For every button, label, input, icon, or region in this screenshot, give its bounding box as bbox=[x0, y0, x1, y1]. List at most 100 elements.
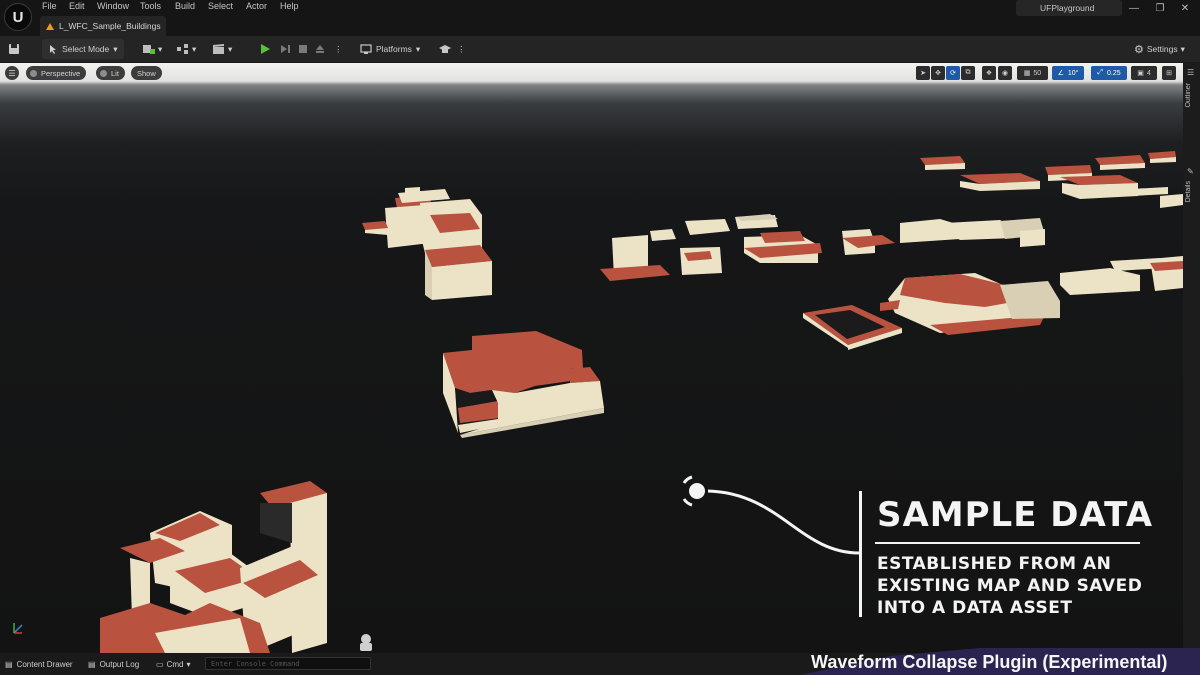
minimize-icon[interactable]: — bbox=[1124, 3, 1144, 14]
pencil-icon[interactable]: ✎ bbox=[1187, 167, 1194, 176]
building-center bbox=[443, 331, 604, 438]
level-tab-label: L_WFC_Sample_Buildings bbox=[59, 21, 161, 31]
overlay-divider bbox=[875, 542, 1140, 544]
maximize-icon[interactable]: ❐ bbox=[1150, 3, 1170, 14]
project-name: UFPlayground bbox=[1016, 0, 1122, 16]
menu-select[interactable]: Select bbox=[208, 1, 233, 11]
platforms-dropdown[interactable]: Platforms ▾ bbox=[360, 39, 420, 59]
chevron-down-icon: ▾ bbox=[158, 43, 163, 54]
world-local-icon[interactable]: ❖ bbox=[982, 66, 996, 80]
eject-button[interactable] bbox=[314, 39, 326, 59]
level-tab[interactable]: L_WFC_Sample_Buildings bbox=[40, 16, 166, 36]
lit-label: Lit bbox=[111, 68, 119, 78]
more-options-icon[interactable]: ⋮ bbox=[334, 39, 343, 59]
advance-frame-button[interactable] bbox=[279, 39, 291, 59]
side-panel: ☰ Outliner ✎ Details bbox=[1183, 63, 1200, 653]
console-input[interactable]: Enter Console Command bbox=[205, 657, 371, 670]
light-bulb-icon bbox=[100, 69, 107, 77]
rotation-snap-value: 10° bbox=[1067, 69, 1079, 77]
blueprint-button[interactable]: ▾ bbox=[176, 39, 196, 59]
outliner-tab[interactable]: Outliner bbox=[1185, 83, 1192, 108]
grid-snap-button[interactable]: ▦ 50 bbox=[1017, 66, 1048, 80]
grid-snap-value: 50 bbox=[1033, 69, 1042, 77]
chevron-down-icon: ▾ bbox=[1180, 43, 1185, 54]
save-button[interactable] bbox=[8, 39, 20, 59]
chevron-down-icon: ▾ bbox=[113, 43, 118, 54]
menu-window[interactable]: Window bbox=[97, 1, 129, 11]
player-start-icon bbox=[360, 634, 372, 651]
blueprint-icon bbox=[177, 44, 188, 54]
lit-button[interactable]: Lit bbox=[96, 66, 125, 80]
level-icon bbox=[46, 22, 54, 30]
chevron-down-icon: ▾ bbox=[186, 659, 191, 669]
show-label: Show bbox=[137, 68, 156, 78]
gear-icon: ⚙ bbox=[1134, 43, 1144, 56]
angle-icon: ∠ bbox=[1057, 70, 1064, 77]
menu-edit[interactable]: Edit bbox=[69, 1, 85, 11]
skip-icon bbox=[281, 45, 290, 53]
folder-icon: ▤ bbox=[5, 659, 13, 669]
perspective-label: Perspective bbox=[41, 68, 81, 78]
callout-bar bbox=[859, 491, 862, 617]
menu-file[interactable]: File bbox=[42, 1, 57, 11]
settings-button[interactable]: ⚙ Settings ▾ bbox=[1134, 39, 1185, 59]
viewport-menu-button[interactable]: ☰ bbox=[5, 66, 19, 80]
scale-tool-icon[interactable]: ⧉ bbox=[961, 66, 975, 80]
menu-tools[interactable]: Tools bbox=[140, 1, 161, 11]
rotation-snap-button[interactable]: ∠ 10° bbox=[1052, 66, 1084, 80]
output-log-button[interactable]: ▤ Output Log bbox=[88, 657, 139, 671]
cinematics-button[interactable]: ▾ bbox=[212, 39, 232, 59]
clapperboard-icon bbox=[213, 44, 224, 54]
menu-help[interactable]: Help bbox=[280, 1, 299, 11]
camera-speed-value: 4 bbox=[1146, 69, 1151, 77]
show-button[interactable]: Show bbox=[131, 66, 162, 80]
outliner-icon[interactable]: ☰ bbox=[1187, 68, 1194, 77]
scale-snap-value: 0.25 bbox=[1106, 69, 1121, 77]
cmd-dropdown[interactable]: ▭ Cmd ▾ bbox=[156, 657, 190, 671]
select-mode-dropdown[interactable]: Select Mode ▾ bbox=[42, 39, 124, 59]
move-tool-icon[interactable]: ✥ bbox=[931, 66, 945, 80]
menu-build[interactable]: Build bbox=[175, 1, 195, 11]
select-mode-label: Select Mode bbox=[62, 44, 110, 54]
building-foreground bbox=[100, 481, 327, 653]
stop-button[interactable] bbox=[297, 39, 309, 59]
cmd-label: Cmd bbox=[166, 659, 184, 669]
play-icon bbox=[261, 44, 270, 54]
details-tab[interactable]: Details bbox=[1185, 181, 1192, 202]
cursor-icon bbox=[50, 45, 56, 54]
viewport-layout-icon[interactable]: ⊞ bbox=[1162, 66, 1176, 80]
platforms-icon bbox=[360, 44, 372, 54]
menu-actor[interactable]: Actor bbox=[246, 1, 267, 11]
stop-icon bbox=[299, 45, 307, 53]
scale-snap-button[interactable]: ⤢ 0.25 bbox=[1091, 66, 1127, 80]
building-cluster-mid bbox=[600, 214, 1045, 281]
output-log-label: Output Log bbox=[99, 659, 140, 669]
viewport-toolbar: ☰ Perspective Lit Show ➤ ✥ ⟳ ⧉ ❖ ◉ ▦ 50 … bbox=[0, 63, 1183, 85]
source-control-button[interactable] bbox=[438, 39, 452, 59]
add-cube-icon bbox=[143, 45, 155, 54]
content-drawer-button[interactable]: ▤ Content Drawer bbox=[5, 657, 73, 671]
camera-speed-button[interactable]: ▣ 4 bbox=[1131, 66, 1157, 80]
rotate-tool-icon[interactable]: ⟳ bbox=[946, 66, 960, 80]
building-large-right bbox=[880, 256, 1183, 335]
building-cluster-far bbox=[920, 151, 1183, 208]
overlay-line-2: EXISTING MAP AND SAVED bbox=[877, 576, 1143, 596]
building-cluster-left bbox=[362, 187, 492, 300]
more-options-icon[interactable]: ⋮ bbox=[457, 39, 466, 59]
log-icon: ▤ bbox=[88, 659, 96, 669]
add-actor-button[interactable]: ▾ bbox=[142, 39, 162, 59]
perspective-button[interactable]: Perspective bbox=[26, 66, 87, 80]
scale-snap-icon: ⤢ bbox=[1097, 69, 1103, 76]
content-drawer-label: Content Drawer bbox=[16, 659, 73, 669]
platforms-label: Platforms bbox=[376, 44, 412, 54]
eject-icon bbox=[316, 45, 324, 53]
grid-icon: ▦ bbox=[1023, 70, 1031, 77]
cube-icon bbox=[30, 69, 37, 77]
main-toolbar: Select Mode ▾ ▾ ▾ ▾ ⋮ Platforms ▾ ⋮ ⚙ Se… bbox=[0, 36, 1200, 63]
unreal-logo-icon[interactable]: U bbox=[4, 3, 32, 31]
select-tool-icon[interactable]: ➤ bbox=[916, 66, 930, 80]
camera-icon: ▣ bbox=[1137, 70, 1144, 77]
surface-snap-icon[interactable]: ◉ bbox=[998, 66, 1012, 80]
play-button[interactable] bbox=[258, 39, 272, 59]
close-icon[interactable]: ✕ bbox=[1175, 3, 1195, 14]
